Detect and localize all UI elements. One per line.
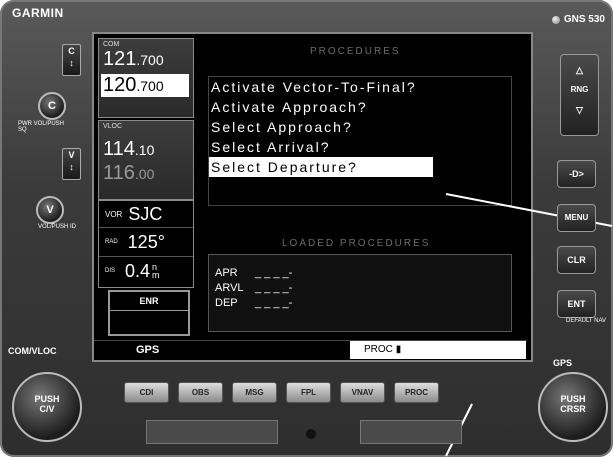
dis-unit: n m <box>152 263 160 280</box>
cdi-mode: ENR <box>110 292 188 311</box>
rad-label: RAD <box>105 239 118 245</box>
vloc-active-frac: .10 <box>134 142 155 158</box>
vloc-standby-frac: .00 <box>134 166 155 182</box>
vloc-active-frequency: 114.10 <box>99 138 193 161</box>
rad-row: RAD 125° <box>99 228 193 257</box>
loaded-row: APR _ _ _ _- <box>209 255 511 279</box>
range-down-icon: ▽ <box>576 105 583 115</box>
ent-button[interactable]: ENT <box>557 290 596 318</box>
vol-id-label: VOL/PUSH ID <box>38 224 77 230</box>
direct-to-button[interactable]: -D> <box>557 160 596 188</box>
vloc-active-main: 114 <box>103 138 135 160</box>
cdi-panel: ENR <box>108 290 190 336</box>
proc-button[interactable]: PROC <box>394 382 439 403</box>
loaded-procedures-title: LOADED PROCEDURES <box>282 238 431 249</box>
arvl-label: ARVL <box>215 282 244 294</box>
loaded-row: ARVL _ _ _ _- <box>209 279 511 294</box>
vloc-volume-knob[interactable]: V <box>36 196 64 224</box>
cdi-button[interactable]: CDI <box>124 382 169 403</box>
model-name: GNS 530 <box>563 14 605 25</box>
com-standby-frequency[interactable]: 120.700 <box>101 74 189 97</box>
v-knob-label: V <box>46 204 54 216</box>
slot-dot <box>306 429 316 439</box>
gns530-unit: GARMIN GNS 530 C ↕ C PWR VOL/PUSH SQ V ↕… <box>0 0 613 457</box>
page-name: PROC <box>364 344 393 355</box>
vloc-flip-flop-button[interactable]: V ↕ <box>62 148 81 180</box>
procedures-menu: Activate Vector-To-Final? Activate Appro… <box>208 76 512 206</box>
menu-item-select-arrival[interactable]: Select Arrival? <box>209 137 511 157</box>
com-volume-knob[interactable]: C <box>38 92 66 120</box>
com-active-frac: .700 <box>136 52 164 68</box>
dis-label: DIS <box>105 268 116 274</box>
com-flip-flop-button[interactable]: C ↕ <box>62 44 81 76</box>
pwr-vol-label: PWR VOL/PUSH SQ <box>18 121 65 133</box>
garmin-logo: GARMIN <box>12 6 64 20</box>
com-panel: COM 121.700 120.700 <box>98 38 194 118</box>
card-slot-left <box>146 420 278 444</box>
v-toggle-label: V <box>68 150 75 160</box>
gps-cursor-knob[interactable]: PUSH CRSR <box>538 372 608 442</box>
menu-item-activate-approach[interactable]: Activate Approach? <box>209 97 511 117</box>
rng-label: RNG <box>570 85 589 94</box>
obs-button[interactable]: OBS <box>178 382 223 403</box>
rad-value: 125° <box>127 231 165 252</box>
apr-label: APR <box>215 267 238 279</box>
clr-button[interactable]: CLR <box>557 246 596 274</box>
arvl-value: _ _ _ _- <box>255 282 293 294</box>
com-vloc-label: COM/VLOC <box>8 346 57 356</box>
push-crsr-label: PUSH CRSR <box>560 394 586 414</box>
apr-value: _ _ _ _- <box>255 267 293 279</box>
com-label: COM <box>103 41 120 48</box>
vor-label: VOR <box>105 209 123 219</box>
loaded-procedures-box: APR _ _ _ _- ARVL _ _ _ _- DEP _ _ _ _- <box>208 254 512 332</box>
menu-item-select-approach[interactable]: Select Approach? <box>209 117 511 137</box>
default-nav-label: DEFAULT NAV <box>566 318 607 324</box>
vloc-standby-frequency[interactable]: 116.00 <box>99 162 193 185</box>
vor-info-panel: VOR SJC RAD 125° DIS 0.4 n m <box>98 200 194 288</box>
vloc-standby-main: 116 <box>103 162 135 184</box>
gps-label: GPS <box>553 358 573 368</box>
menu-button[interactable]: MENU <box>557 204 596 232</box>
c-toggle-label: C <box>68 46 75 56</box>
menu-item-select-departure[interactable]: Select Departure? <box>209 157 433 177</box>
loaded-row: DEP _ _ _ _- <box>209 294 511 309</box>
dep-value: _ _ _ _- <box>255 297 293 309</box>
swap-arrow-icon: ↕ <box>69 162 74 172</box>
c-knob-label: C <box>48 100 56 112</box>
msg-button[interactable]: MSG <box>232 382 277 403</box>
dis-unit-bottom: m <box>152 270 160 280</box>
vloc-label: VLOC <box>103 123 123 130</box>
com-active-main: 121 <box>103 48 137 70</box>
menu-item-activate-vtf[interactable]: Activate Vector-To-Final? <box>209 77 511 97</box>
bottom-button-row: CDI OBS MSG FPL VNAV PROC <box>124 382 439 403</box>
range-up-icon: △ <box>576 65 583 75</box>
com-standby-frac: .700 <box>136 78 164 94</box>
model-label: GNS 530 <box>551 14 605 25</box>
swap-arrow-icon: ↕ <box>69 58 74 68</box>
com-standby-main: 120 <box>103 74 137 96</box>
vor-row: VOR SJC <box>99 201 193 228</box>
dep-label: DEP <box>215 297 238 309</box>
range-rocker[interactable]: △ RNG ▽ <box>560 54 599 136</box>
status-bar: GPS PROC ▮ <box>94 340 527 359</box>
photocell-icon <box>551 15 560 24</box>
vnav-button[interactable]: VNAV <box>340 382 385 403</box>
vloc-panel: VLOC 114.10 116.00 <box>98 120 194 200</box>
push-cv-label: PUSH C/V <box>34 394 60 414</box>
page-indicator: PROC ▮ <box>350 341 526 359</box>
nav-mode: GPS <box>136 344 160 356</box>
dis-value: 0.4 <box>125 260 151 281</box>
procedures-title: PROCEDURES <box>310 46 401 57</box>
dis-row: DIS 0.4 n m <box>99 257 193 285</box>
com-vloc-knob[interactable]: PUSH C/V <box>12 372 82 442</box>
com-active-frequency: 121.700 <box>99 48 193 71</box>
fpl-button[interactable]: FPL <box>286 382 331 403</box>
page-block-icon: ▮ <box>395 344 402 355</box>
vor-value: SJC <box>128 203 163 224</box>
card-slot-right <box>360 420 462 444</box>
